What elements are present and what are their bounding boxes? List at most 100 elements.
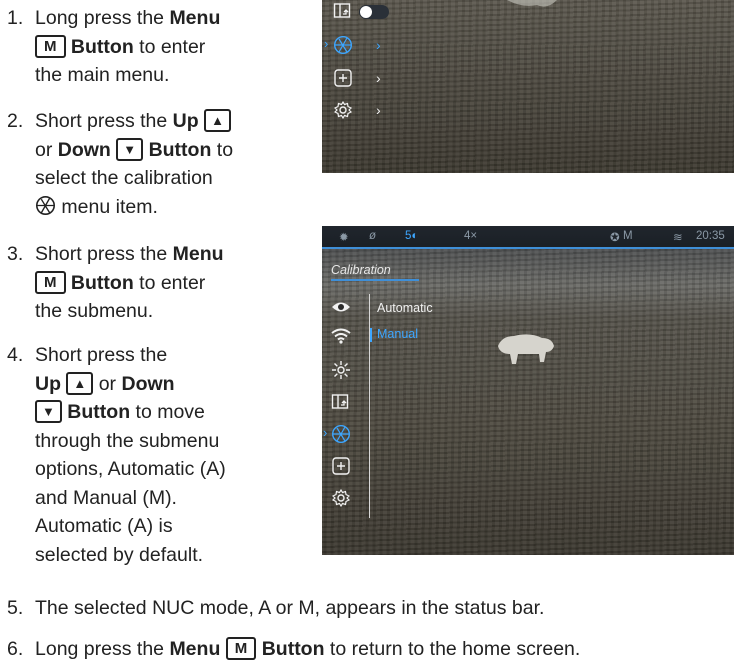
status-bar-underline [322, 247, 734, 249]
text-run: to move [130, 401, 205, 423]
contrast-icon: 5◐ [405, 230, 419, 242]
step-number: 6. [7, 638, 24, 660]
step-line: Up ▲ or Down [35, 370, 226, 399]
menu-item-brightness[interactable] [331, 360, 351, 385]
bold-term: Button [261, 638, 325, 660]
menu-row-calibration[interactable] [333, 35, 353, 60]
zoom-level: 4× [464, 230, 478, 242]
step-number: 3. [7, 243, 24, 265]
step-number: 2. [7, 110, 24, 132]
step-text: Short press the Up ▲ or Down ▼ Button to m… [35, 341, 226, 569]
aperture-icon: ✪ [610, 232, 620, 244]
chevron-right-icon: › [376, 102, 381, 118]
selection-marker-icon: › [324, 36, 329, 51]
step-line: Short press the Up ▲ [35, 107, 233, 136]
step-line: and Manual (M). [35, 484, 226, 513]
option-selected-marker [370, 328, 372, 342]
text-run: select the calibration [35, 167, 213, 189]
selection-marker-icon: › [323, 425, 328, 440]
eye-icon [332, 302, 350, 312]
menu-key-icon: M [35, 270, 66, 294]
bold-term: Menu [169, 638, 221, 660]
clock: 20:35 [696, 230, 725, 242]
option-automatic[interactable]: Automatic [377, 301, 433, 315]
step-4: 4. Short press the Up ▲ or Down ▼ Button t… [7, 341, 226, 566]
bold-term: Menu [172, 243, 224, 265]
text-run: Long press the [35, 638, 170, 660]
bold-term: Down [121, 372, 175, 395]
text-run: or [35, 138, 58, 161]
option-manual[interactable]: Manual [377, 327, 418, 341]
step-6: 6. Long press the Menu M Button to retur… [7, 635, 580, 664]
text-run: and Manual (M). [35, 486, 177, 509]
step-line: the submenu. [35, 297, 224, 326]
bold-term: Up [172, 110, 199, 132]
menu-row-settings[interactable] [333, 100, 353, 125]
device-screen-calibration: ✹ ø 5◐ 4× ✪ M ≋ 20:35 Calibration › Auto… [322, 226, 734, 555]
plus-box-icon [332, 457, 350, 475]
gear-icon [331, 488, 351, 508]
bold-term: Button [67, 401, 131, 423]
text-run: the main menu. [35, 64, 170, 86]
toggle-switch[interactable] [359, 5, 389, 19]
picture-in-picture-icon [331, 394, 349, 409]
step-line: options, Automatic (A) [35, 455, 226, 484]
step-line: select the calibration [35, 164, 233, 193]
menu-item-wifi[interactable] [331, 328, 351, 349]
animal-silhouette [498, 334, 554, 364]
text-run: to enter [133, 35, 206, 58]
step-text: Short press the Menu M Button to enter the… [35, 240, 224, 326]
animal-silhouette [507, 0, 557, 7]
gear-icon [333, 100, 353, 120]
up-key-icon: ▲ [204, 109, 231, 132]
device-screen-main-menu: › › › › [322, 0, 734, 173]
aperture-icon [333, 35, 353, 55]
menu-key-icon: M [35, 34, 66, 58]
text-run: options, Automatic (A) [35, 458, 226, 480]
step-text: Long press the Menu M Button to enter the … [35, 4, 220, 90]
plus-box-icon [334, 69, 352, 87]
step-3: 3. Short press the Menu M Button to enter… [7, 240, 224, 322]
wifi-icon [331, 328, 351, 344]
text-run: Automatic (A) is [35, 515, 173, 537]
menu-item-settings[interactable] [331, 488, 351, 513]
menu-title: Calibration [331, 263, 391, 277]
step-line: the main menu. [35, 61, 220, 90]
step-line: selected by default. [35, 541, 226, 570]
step-number: 5. [7, 597, 24, 619]
step-line: Long press the Menu [35, 4, 220, 33]
nuc-mode-indicator: M [623, 230, 633, 242]
brightness-icon [332, 361, 350, 379]
step-line: The selected NUC mode, A or M, appears i… [35, 594, 544, 623]
menu-item-add[interactable] [331, 456, 351, 481]
step-text: Long press the Menu M Button to return t… [35, 635, 580, 664]
menu-item-calibration[interactable] [331, 424, 351, 449]
step-2: 2. Short press the Up ▲ or Down ▼ Button … [7, 107, 233, 218]
text-run: The selected NUC mode, A or M, appears i… [35, 597, 545, 619]
bold-term: Button [148, 138, 212, 161]
step-line: Short press the [35, 341, 226, 370]
text-run: Short press the [35, 110, 173, 132]
step-number: 1. [7, 7, 24, 29]
picture-in-picture-icon [333, 3, 351, 18]
text-run: Long press the [35, 7, 170, 29]
hidden-icon: ø [369, 230, 377, 242]
step-text: Short press the Up ▲ or Down ▼ Button to s… [35, 107, 233, 224]
menu-item-view[interactable] [331, 300, 351, 319]
bold-term: Button [70, 35, 134, 58]
menu-item-picture[interactable] [331, 393, 351, 416]
bold-term: Up [35, 372, 61, 395]
step-line: or Down ▼ Button to [35, 136, 233, 165]
bold-term: Menu [169, 7, 221, 29]
wifi-icon: ≋ [673, 232, 683, 244]
text-run: Short press the [35, 344, 168, 366]
menu-row-add[interactable] [333, 68, 353, 93]
text-run: selected by default. [35, 543, 204, 566]
step-line: through the submenu [35, 427, 226, 456]
text-run: or [93, 372, 122, 395]
step-line: Long press the Menu M Button to return t… [35, 635, 580, 664]
text-run: menu item. [56, 195, 158, 218]
step-1: 1. Long press the Menu M Button to enter t… [7, 4, 220, 86]
step-number: 4. [7, 344, 24, 366]
menu-row-picture[interactable] [333, 2, 353, 25]
